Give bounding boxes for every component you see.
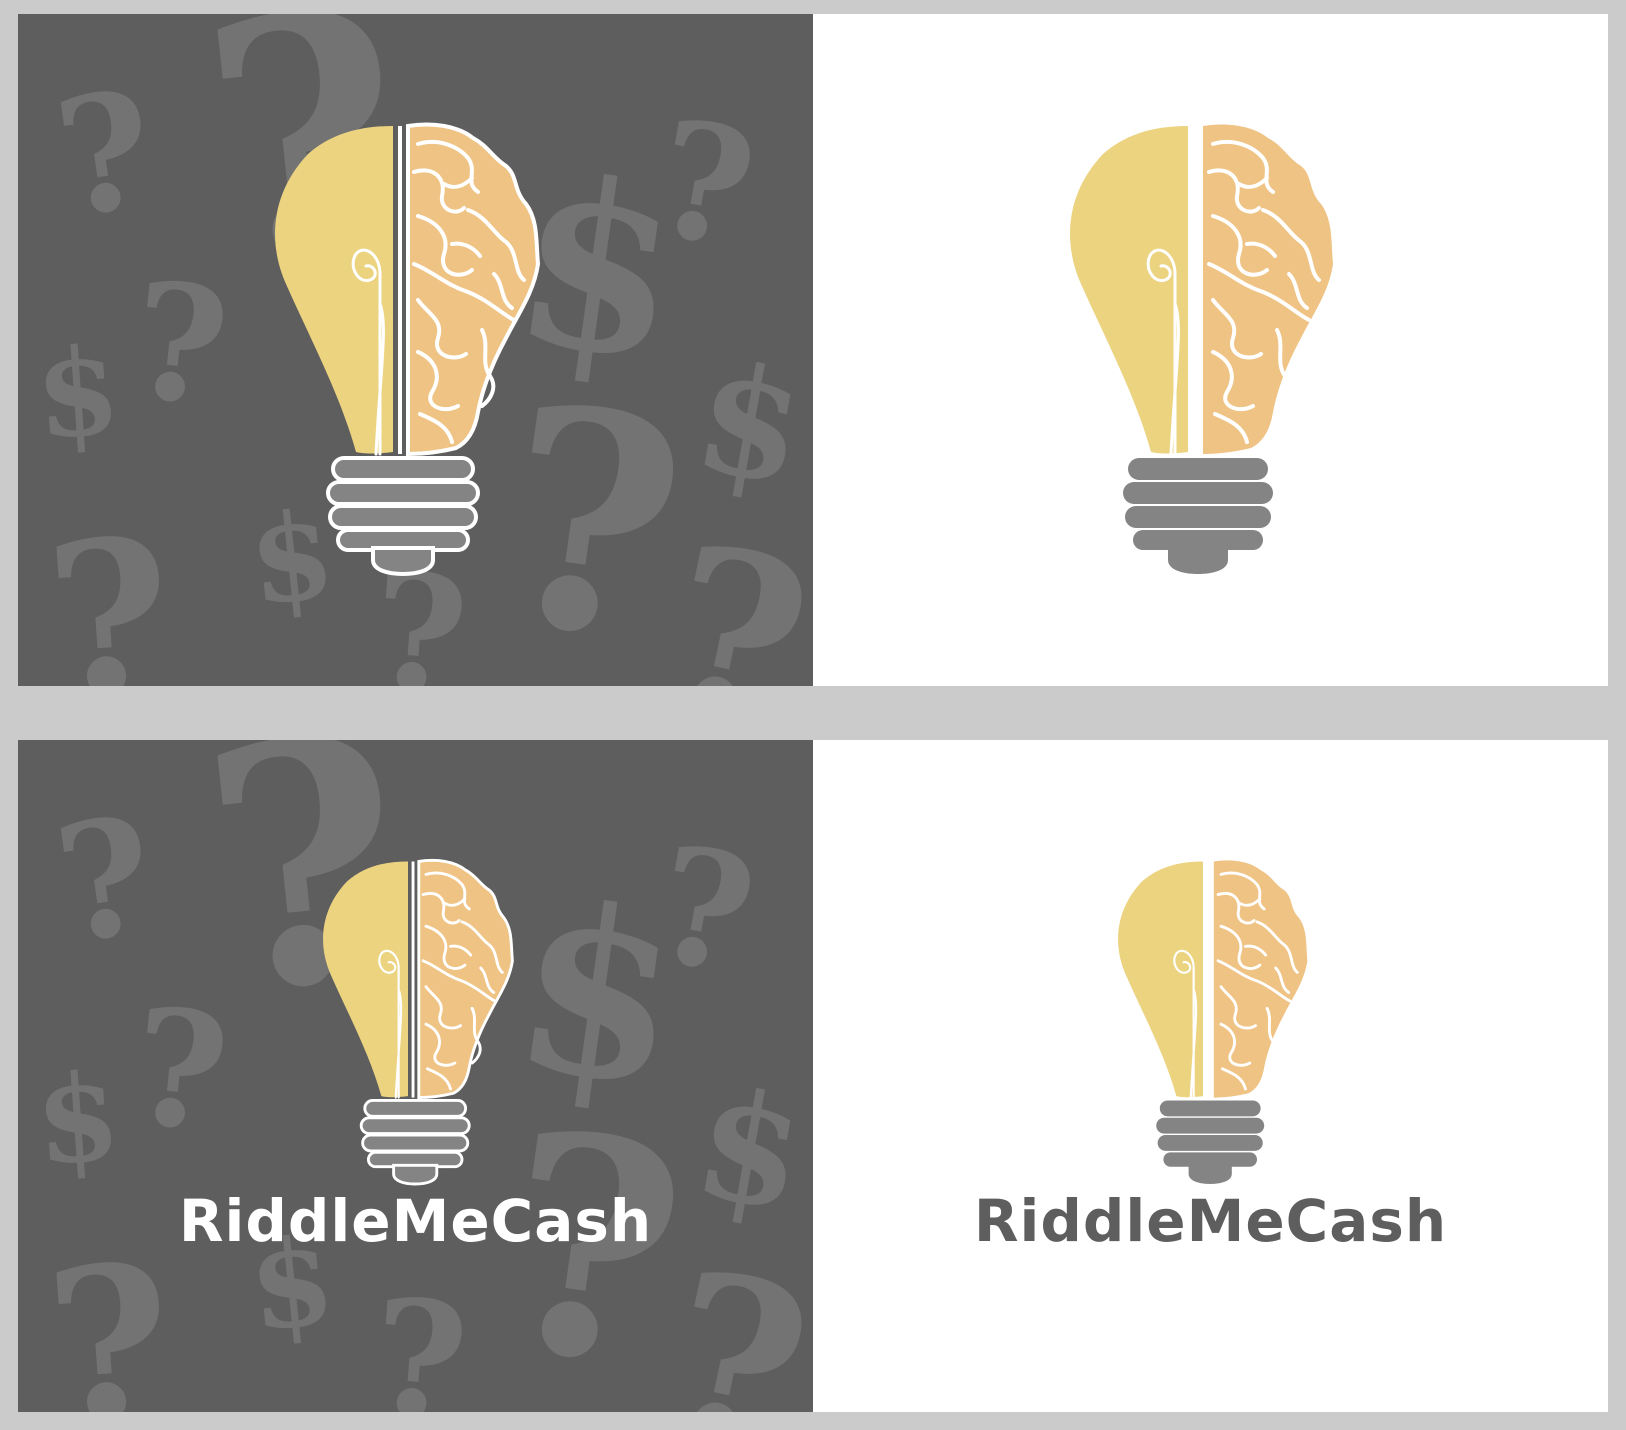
- light-with-name-panel: RiddleMeCash: [813, 740, 1608, 1412]
- brand-name: RiddleMeCash: [973, 1187, 1448, 1255]
- lightbulb-brain-icon: [1118, 860, 1308, 1184]
- light-icon-only-panel: [813, 14, 1608, 686]
- dark-icon-only-panel: ???$?$$?$???: [18, 14, 813, 686]
- logo-presentation-sheet: ???$?$$?$??? ???$?$$?$???: [0, 0, 1626, 1430]
- lightbulb-brain-icon: [1070, 124, 1333, 574]
- dark-with-name-panel: ??? $? $ $? $??? RiddleMeCash: [18, 740, 813, 1412]
- lightbulb-brain-icon: [323, 858, 514, 1186]
- lightbulb-brain-icon: [275, 122, 541, 577]
- brand-name: RiddleMeCash: [178, 1187, 653, 1255]
